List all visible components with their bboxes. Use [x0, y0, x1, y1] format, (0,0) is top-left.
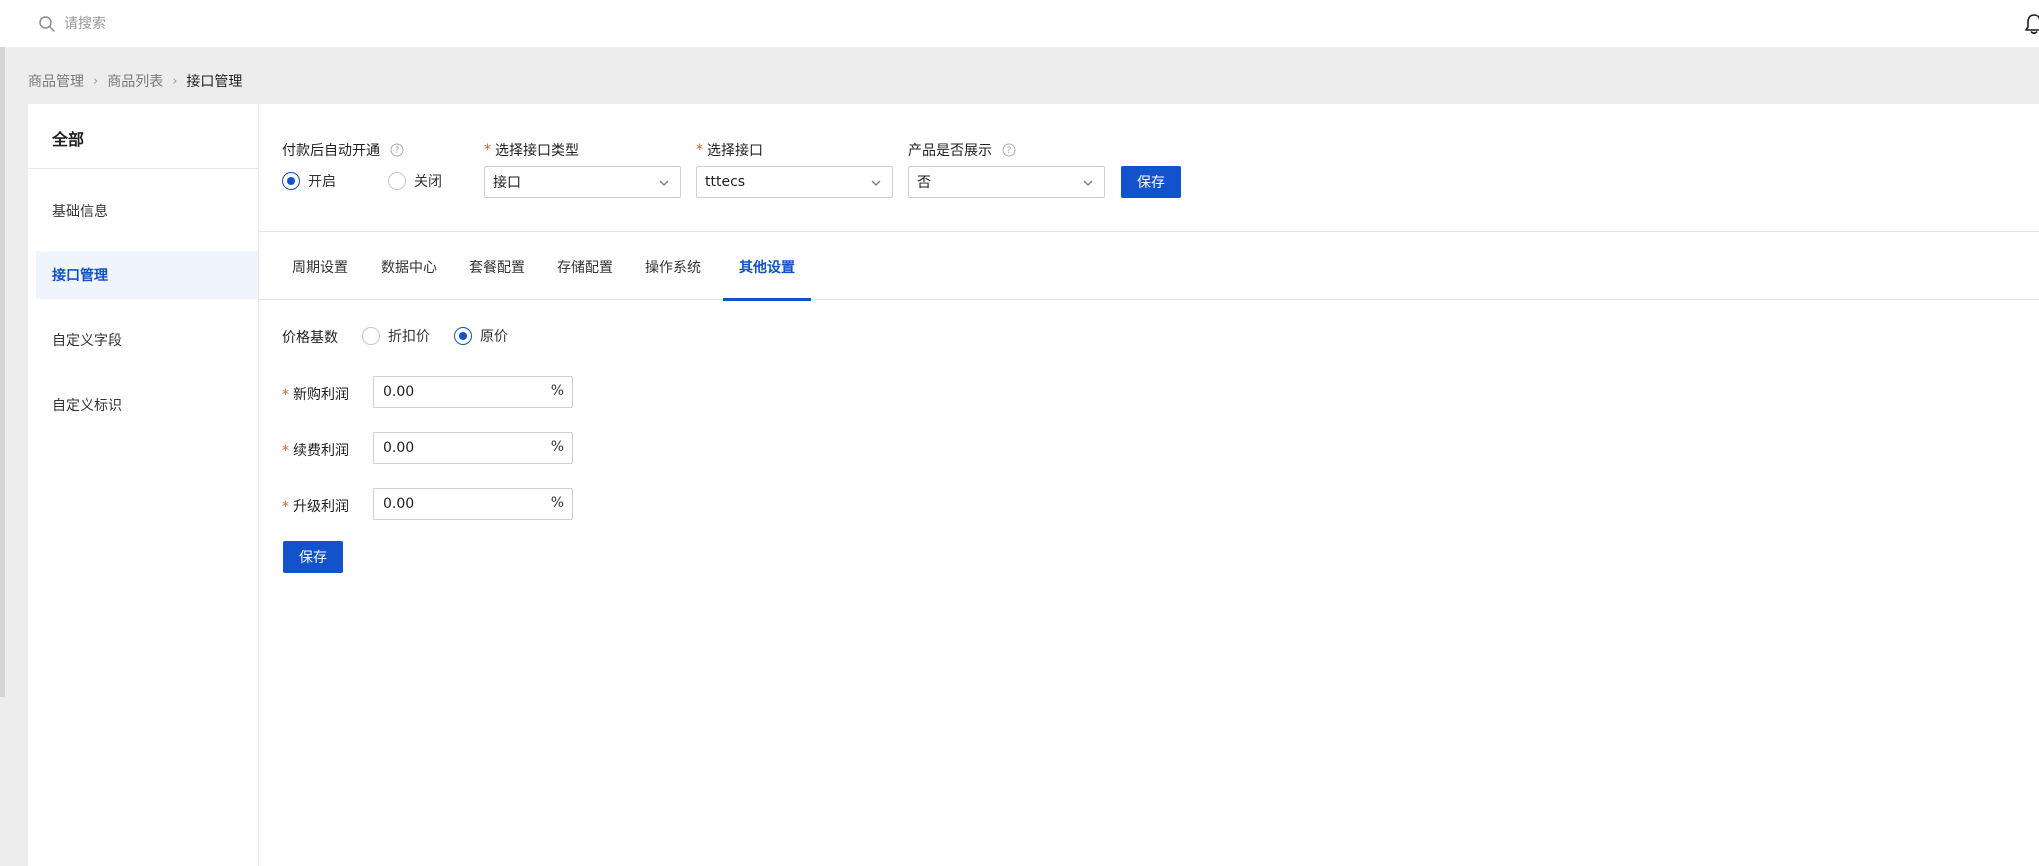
new-purchase-profit-field: % — [373, 376, 573, 408]
radio-unchecked-icon — [388, 172, 406, 190]
upgrade-profit-label: * 升级利润 — [282, 496, 349, 516]
sidebar-item-label: 接口管理 — [52, 268, 108, 284]
sidebar-divider — [28, 168, 259, 169]
tab-other-settings[interactable]: 其他设置 — [723, 233, 811, 301]
sidebar-title: 全部 — [52, 130, 85, 149]
required-mark: * — [282, 387, 289, 403]
sidebar-item-custom-identifiers[interactable]: 自定义标识 — [36, 381, 258, 429]
sidebar-item-label: 自定义字段 — [52, 333, 122, 349]
required-mark: * — [484, 142, 491, 158]
percent-suffix: % — [550, 383, 564, 399]
breadcrumb-item-product-list[interactable]: 商品列表 — [107, 71, 163, 91]
bell-icon[interactable] — [2024, 13, 2039, 35]
upgrade-profit-field: % — [373, 488, 573, 520]
interface-type-select[interactable]: 接口 — [484, 166, 681, 198]
search-icon — [39, 16, 55, 32]
radio-label: 关闭 — [414, 174, 442, 190]
new-purchase-profit-input[interactable] — [374, 377, 544, 407]
radio-label: 开启 — [308, 174, 336, 190]
tab-package-config[interactable]: 套餐配置 — [458, 233, 536, 300]
select-value: 接口 — [493, 175, 521, 191]
sidebar-item-custom-fields[interactable]: 自定义字段 — [36, 316, 258, 364]
select-value: tttecs — [705, 174, 746, 190]
tab-data-center[interactable]: 数据中心 — [370, 233, 448, 300]
chevron-down-icon — [659, 180, 669, 186]
select-value: 否 — [917, 175, 931, 191]
price-base-discount-radio[interactable]: 折扣价 — [362, 326, 430, 346]
question-circle-icon[interactable]: ? — [1002, 143, 1016, 157]
breadcrumb-separator-icon: › — [172, 73, 178, 89]
svg-text:?: ? — [1007, 146, 1012, 156]
upgrade-profit-input[interactable] — [374, 489, 544, 519]
breadcrumb: 商品管理 › 商品列表 › 接口管理 — [28, 70, 242, 92]
field-label-text: 续费利润 — [293, 443, 349, 459]
search-input[interactable] — [64, 12, 364, 36]
question-circle-icon[interactable]: ? — [390, 143, 404, 157]
price-base-original-radio[interactable]: 原价 — [454, 326, 508, 346]
auto-open-label-text: 付款后自动开通 — [282, 143, 380, 159]
settings-tabs: 周期设置 数据中心 套餐配置 存储配置 操作系统 其他设置 — [259, 233, 2039, 301]
auto-open-off-radio[interactable]: 关闭 — [388, 171, 442, 191]
required-mark: * — [696, 142, 703, 158]
renewal-profit-input[interactable] — [374, 433, 544, 463]
product-display-label-text: 产品是否展示 — [908, 143, 992, 159]
breadcrumb-item-current: 接口管理 — [186, 74, 243, 90]
field-label-text: 新购利润 — [293, 387, 349, 403]
sidebar-item-interface-management[interactable]: 接口管理 — [36, 251, 258, 299]
sidebar-item-label: 基础信息 — [52, 204, 108, 220]
breadcrumb-item-product-management[interactable]: 商品管理 — [28, 71, 84, 91]
sidebar: 全部 基础信息 接口管理 自定义字段 自定义标识 — [28, 104, 259, 866]
renewal-profit-field: % — [373, 432, 573, 464]
radio-label: 原价 — [480, 329, 508, 345]
svg-text:?: ? — [395, 146, 400, 156]
config-save-button[interactable]: 保存 — [1121, 166, 1181, 198]
breadcrumb-separator-icon: › — [93, 73, 99, 89]
form-save-button[interactable]: 保存 — [283, 541, 343, 573]
main-panel: 全部 基础信息 接口管理 自定义字段 自定义标识 付款后自动开通 ? 开启 关闭… — [28, 104, 2039, 866]
product-display-select[interactable]: 否 — [908, 166, 1105, 198]
percent-suffix: % — [550, 495, 564, 511]
radio-checked-icon — [282, 172, 300, 190]
field-label-text: 升级利润 — [293, 499, 349, 515]
new-purchase-profit-label: * 新购利润 — [282, 384, 349, 404]
required-mark: * — [282, 443, 289, 459]
sidebar-item-label: 自定义标识 — [52, 398, 122, 414]
interface-label: * 选择接口 — [696, 140, 763, 160]
tab-operating-system[interactable]: 操作系统 — [634, 233, 712, 300]
top-bar — [0, 0, 2039, 47]
radio-label: 折扣价 — [388, 329, 430, 345]
interface-select[interactable]: tttecs — [696, 166, 893, 198]
tab-storage-config[interactable]: 存储配置 — [546, 233, 624, 300]
percent-suffix: % — [550, 439, 564, 455]
interface-type-label-text: 选择接口类型 — [495, 143, 579, 159]
interface-label-text: 选择接口 — [707, 143, 763, 159]
interface-config-section: 付款后自动开通 ? 开启 关闭 * 选择接口类型 接口 * 选择接口 tttec… — [259, 104, 2039, 232]
radio-unchecked-icon — [362, 327, 380, 345]
chevron-down-icon — [1083, 180, 1093, 186]
left-scroll-rail — [0, 47, 5, 697]
price-base-label: 价格基数 — [282, 330, 338, 346]
tab-cycle-settings[interactable]: 周期设置 — [281, 233, 359, 300]
required-mark: * — [282, 499, 289, 515]
radio-checked-icon — [454, 327, 472, 345]
product-display-label: 产品是否展示 ? — [908, 140, 1016, 160]
auto-open-label: 付款后自动开通 ? — [282, 140, 404, 160]
auto-open-on-radio[interactable]: 开启 — [282, 171, 336, 191]
sidebar-item-basic-info[interactable]: 基础信息 — [36, 187, 258, 235]
chevron-down-icon — [871, 180, 881, 186]
interface-type-label: * 选择接口类型 — [484, 140, 579, 160]
renewal-profit-label: * 续费利润 — [282, 440, 349, 460]
